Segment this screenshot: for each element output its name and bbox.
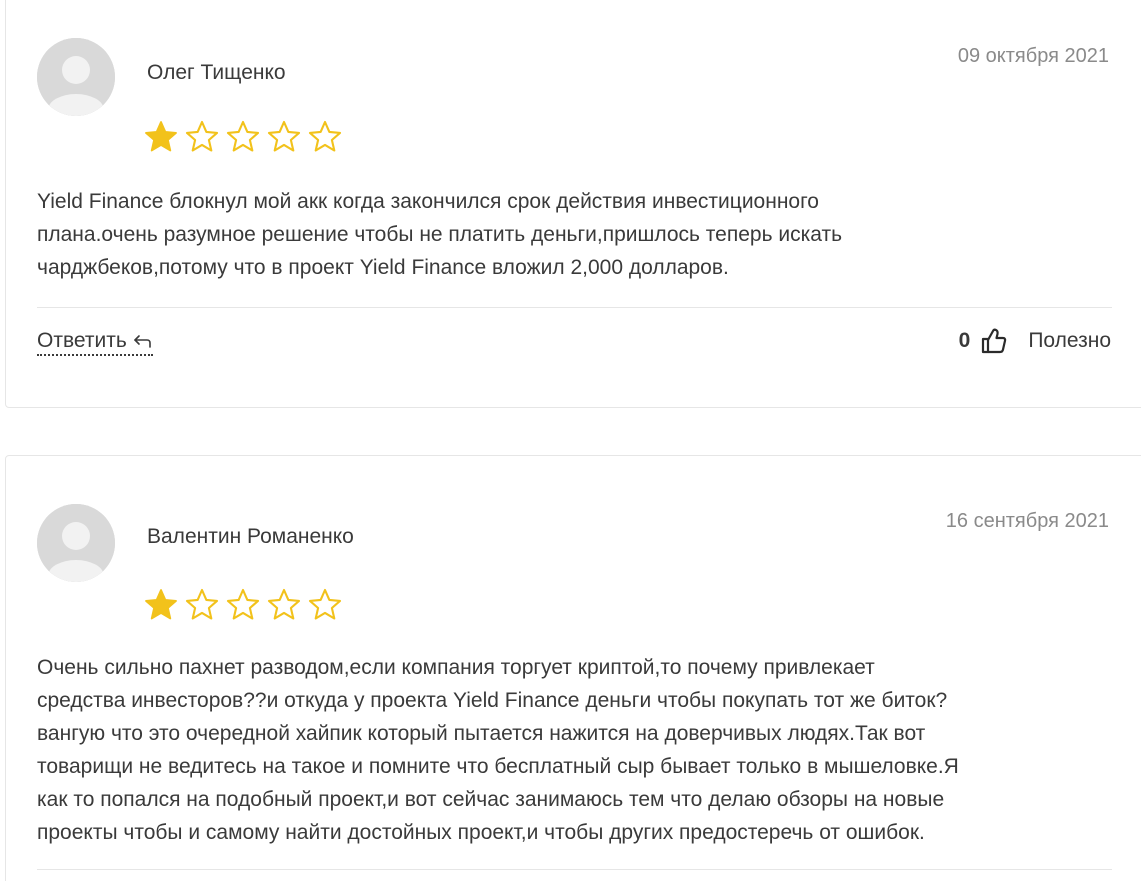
- divider: [37, 869, 1112, 870]
- star-filled-icon: [145, 589, 177, 620]
- helpful-votes: 0 Полезно: [959, 327, 1111, 355]
- review-date: 09 октября 2021: [957, 45, 1109, 67]
- review-text-line: Yield Finance блокнул мой акк когда зако…: [37, 190, 819, 213]
- review-author: Олег Тищенко: [147, 61, 286, 84]
- review-text: Очень сильно пахнет разводом,если компан…: [37, 651, 1117, 849]
- review-text-line: средства инвесторов??и откуда у проекта …: [37, 689, 948, 712]
- star-outline-icon: [185, 588, 219, 620]
- review-author: Валентин Романенко: [147, 525, 354, 548]
- star-rating: [143, 119, 343, 155]
- star-outline-icon: [185, 120, 219, 152]
- star-filled-icon: [145, 121, 177, 152]
- helpful-count: 0: [958, 329, 971, 352]
- helpful-button[interactable]: Полезно: [1028, 329, 1111, 353]
- star-outline-icon: [226, 120, 260, 152]
- star-rating: [143, 587, 343, 623]
- review-card: Олег Тищенко 09 октября 2021 Yield Finan…: [5, 0, 1141, 408]
- star-outline-icon: [226, 588, 260, 620]
- reply-arrow-icon: [133, 335, 151, 348]
- review-text-line: проекты чтобы и самому найти достойных п…: [37, 821, 925, 844]
- avatar: [37, 38, 115, 116]
- thumbs-up-icon[interactable]: [980, 327, 1008, 355]
- review-text-line: Очень сильно пахнет разводом,если компан…: [37, 656, 875, 679]
- star-outline-icon: [267, 588, 301, 620]
- review-text-line: чарджбеков,потому что в проект Yield Fin…: [37, 256, 729, 279]
- review-text-line: товарищи не ведитесь на такое и помните …: [37, 755, 959, 778]
- reply-label: Ответить: [37, 329, 127, 352]
- star-outline-icon: [308, 120, 342, 152]
- star-outline-icon: [308, 588, 342, 620]
- user-silhouette-icon: [37, 38, 115, 116]
- review-text: Yield Finance блокнул мой акк когда зако…: [37, 185, 1117, 284]
- review-date: 16 сентября 2021: [945, 510, 1109, 532]
- review-text-line: как то попался на подобный проект,и вот …: [37, 788, 945, 811]
- avatar: [37, 504, 115, 582]
- reviews-page: Олег Тищенко 09 октября 2021 Yield Finan…: [0, 0, 1141, 881]
- reply-link[interactable]: Ответить: [37, 329, 153, 356]
- review-card: Валентин Романенко 16 сентября 2021 Очен…: [5, 455, 1141, 881]
- review-text-line: плана.очень разумное решение чтобы не пл…: [37, 223, 843, 246]
- star-outline-icon: [267, 120, 301, 152]
- user-silhouette-icon: [37, 504, 115, 582]
- divider: [37, 307, 1112, 308]
- review-text-line: вангую что это очередной хайпик который …: [37, 722, 926, 745]
